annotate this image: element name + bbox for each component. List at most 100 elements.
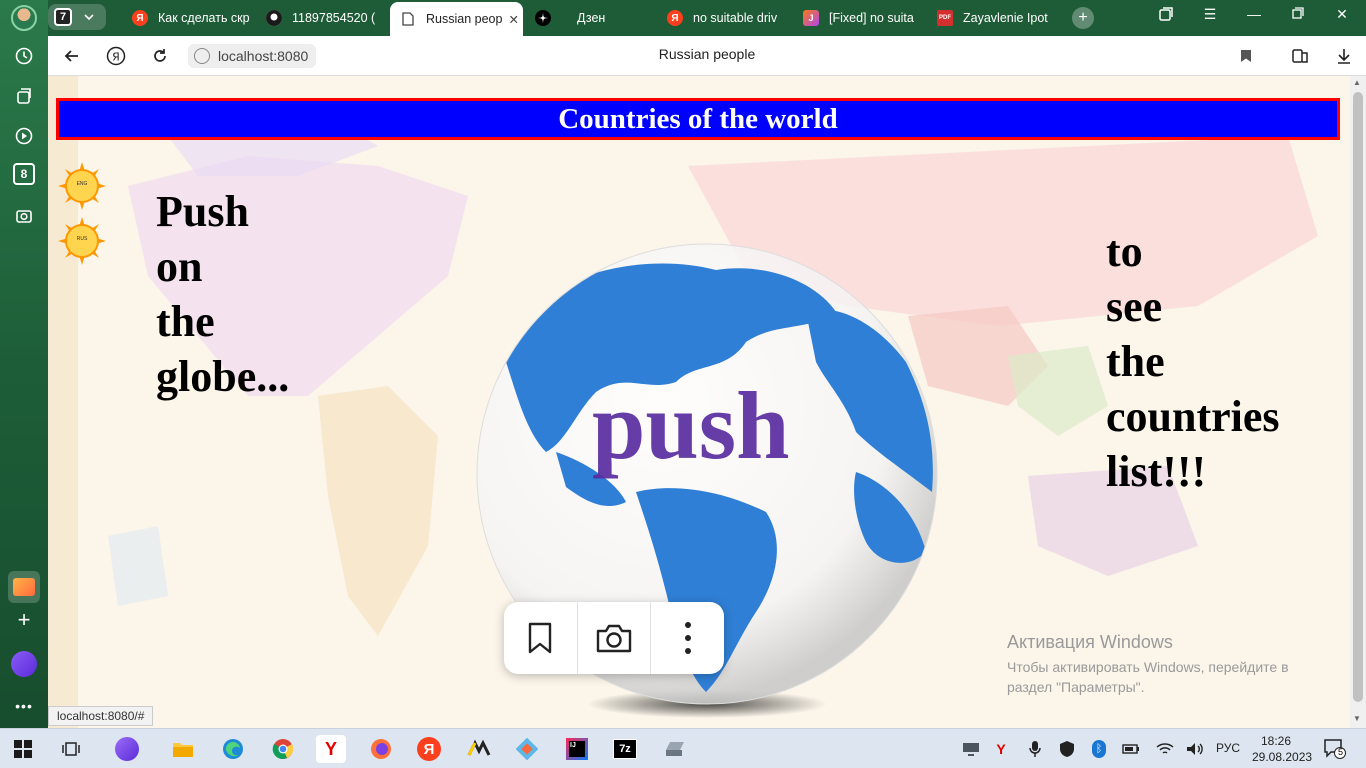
add-panel-icon[interactable]: + [10, 606, 38, 634]
instruction-line: the [1106, 337, 1165, 386]
eng-label: ENG [76, 181, 88, 187]
yandex-home-icon[interactable]: Я [104, 44, 128, 68]
extension-8-icon[interactable]: 8 [13, 163, 35, 185]
screenshot-icon[interactable] [10, 202, 38, 230]
bluetooth-icon[interactable]: ᛒ [1084, 735, 1114, 763]
task-view-icon[interactable] [56, 735, 86, 763]
language-indicator[interactable]: РУС [1216, 741, 1240, 755]
page-scrollbar[interactable]: ▲ ▼ [1350, 76, 1366, 728]
tab-kak-sdelat[interactable]: Я Как сделать скр [122, 4, 252, 32]
more-icon[interactable]: ••• [10, 692, 38, 720]
reload-icon[interactable] [148, 44, 172, 68]
notifications-icon[interactable]: 5 [1320, 735, 1350, 763]
address-bar: Russian people Я localhost:8080 [48, 36, 1366, 76]
globe-push-label: push [592, 372, 790, 479]
tab-fixed-no-suitable[interactable]: J [Fixed] no suita [793, 4, 925, 32]
sourcetree-icon[interactable] [512, 735, 542, 763]
scanner-app-icon[interactable] [660, 735, 690, 763]
tab-counter[interactable]: 7 [48, 4, 106, 30]
dzen-icon [535, 10, 551, 26]
video-icon[interactable] [10, 122, 38, 150]
clock-date: 29.08.2023 [1252, 750, 1313, 764]
browser-sidebar: 8 + ••• [0, 0, 48, 728]
yandex-tray-icon[interactable]: Y [986, 735, 1016, 763]
bookmark-icon[interactable] [1234, 44, 1258, 68]
tab-label: Дзен [577, 11, 606, 25]
tab-russian-people[interactable]: Russian peop ✕ [390, 2, 523, 36]
url-field[interactable]: localhost:8080 [188, 44, 317, 68]
pdf-icon: PDF [937, 10, 953, 26]
scroll-up-icon[interactable]: ▲ [1353, 78, 1361, 87]
reader-mode-icon[interactable] [1288, 44, 1312, 68]
tab-no-suitable-driver[interactable]: Я no suitable driv [657, 4, 791, 32]
edge-icon[interactable] [218, 735, 248, 763]
back-icon[interactable] [60, 44, 84, 68]
new-tab-button[interactable]: + [1072, 7, 1094, 29]
instruction-line: globe... [156, 352, 290, 401]
english-language-button[interactable]: ENG [58, 162, 106, 210]
tab-label: [Fixed] no suita [829, 11, 914, 25]
clock-time: 18:26 [1260, 734, 1292, 748]
battery-icon[interactable] [1116, 735, 1146, 763]
7zip-icon[interactable]: 7z [610, 735, 640, 763]
collections-icon[interactable] [10, 82, 38, 110]
restore-icon[interactable] [1286, 6, 1310, 22]
page-viewport: Countries of the world ENG RUS Push on t… [48, 76, 1350, 728]
close-window-icon[interactable]: ✕ [1330, 6, 1354, 23]
yandex-icon: Я [667, 10, 683, 26]
minimize-icon[interactable]: — [1242, 6, 1266, 22]
rus-label: RUS [76, 236, 88, 242]
download-icon[interactable] [1332, 44, 1356, 68]
push-instruction-text: Push on the globe... [156, 184, 289, 404]
alice-assistant-icon[interactable] [11, 651, 37, 677]
display-icon[interactable] [956, 735, 986, 763]
taskbar-clock[interactable]: 18:26 29.08.2023 [1252, 733, 1313, 765]
instruction-line: to [1106, 227, 1143, 276]
svg-text:Я: Я [112, 51, 120, 64]
save-bookmark-button[interactable] [504, 602, 578, 674]
windows-start-icon[interactable] [8, 735, 38, 763]
close-tab-icon[interactable]: ✕ [502, 12, 518, 27]
tab-label: Zayavlenie Ipot [963, 11, 1048, 25]
volume-icon[interactable] [1180, 735, 1210, 763]
firefox-icon[interactable] [366, 735, 396, 763]
microphone-icon[interactable] [1020, 735, 1050, 763]
yandex-browser-icon[interactable]: Y [316, 735, 346, 763]
history-icon[interactable] [10, 42, 38, 70]
instruction-line: list!!! [1106, 447, 1207, 496]
file-explorer-icon[interactable] [168, 735, 198, 763]
menu-icon[interactable]: ☰ [1198, 6, 1222, 23]
watermark-line: раздел "Параметры". [1007, 679, 1145, 695]
mail-icon[interactable] [8, 571, 40, 603]
security-shield-icon[interactable] [1052, 735, 1082, 763]
instruction-line: on [156, 242, 203, 291]
chevron-down-icon [84, 14, 94, 21]
tab-zayavlenie[interactable]: PDF Zayavlenie Ipot [927, 4, 1061, 32]
profile-avatar[interactable] [11, 5, 37, 31]
take-screenshot-button[interactable] [578, 602, 652, 674]
instruction-line: Push [156, 187, 249, 236]
jetbrains-icon: J [803, 10, 819, 26]
countries-instruction-text: to see the countries list!!! [1106, 224, 1280, 499]
windows-taskbar: Y Я IJ 7z Y ᛒ РУС 18:26 29.08.2023 5 [0, 728, 1366, 768]
scrollbar-thumb[interactable] [1353, 92, 1363, 702]
alice-taskbar-icon[interactable] [112, 735, 142, 763]
site-info-icon[interactable] [194, 48, 210, 64]
notification-count: 5 [1338, 747, 1344, 757]
instruction-line: countries [1106, 392, 1280, 441]
more-options-button[interactable] [651, 602, 724, 674]
instruction-line: the [156, 297, 215, 346]
bookmark-outline-icon [529, 622, 552, 654]
tab-github[interactable]: 11897854520 ( [256, 4, 390, 32]
russian-language-button[interactable]: RUS [58, 217, 106, 265]
scroll-down-icon[interactable]: ▼ [1353, 714, 1361, 723]
chrome-icon[interactable] [268, 735, 298, 763]
wifi-icon[interactable] [1150, 735, 1180, 763]
intellij-icon[interactable]: IJ [562, 735, 592, 763]
tab-dzen[interactable]: Дзен [525, 4, 655, 32]
tabs-manager-icon[interactable] [1154, 6, 1178, 25]
instruction-line: see [1106, 282, 1163, 331]
tab-strip: 7 Я Как сделать скр 11897854520 ( Russia… [48, 0, 1366, 36]
yandex-app-icon[interactable]: Я [414, 735, 444, 763]
yandex-market-icon[interactable] [464, 735, 494, 763]
